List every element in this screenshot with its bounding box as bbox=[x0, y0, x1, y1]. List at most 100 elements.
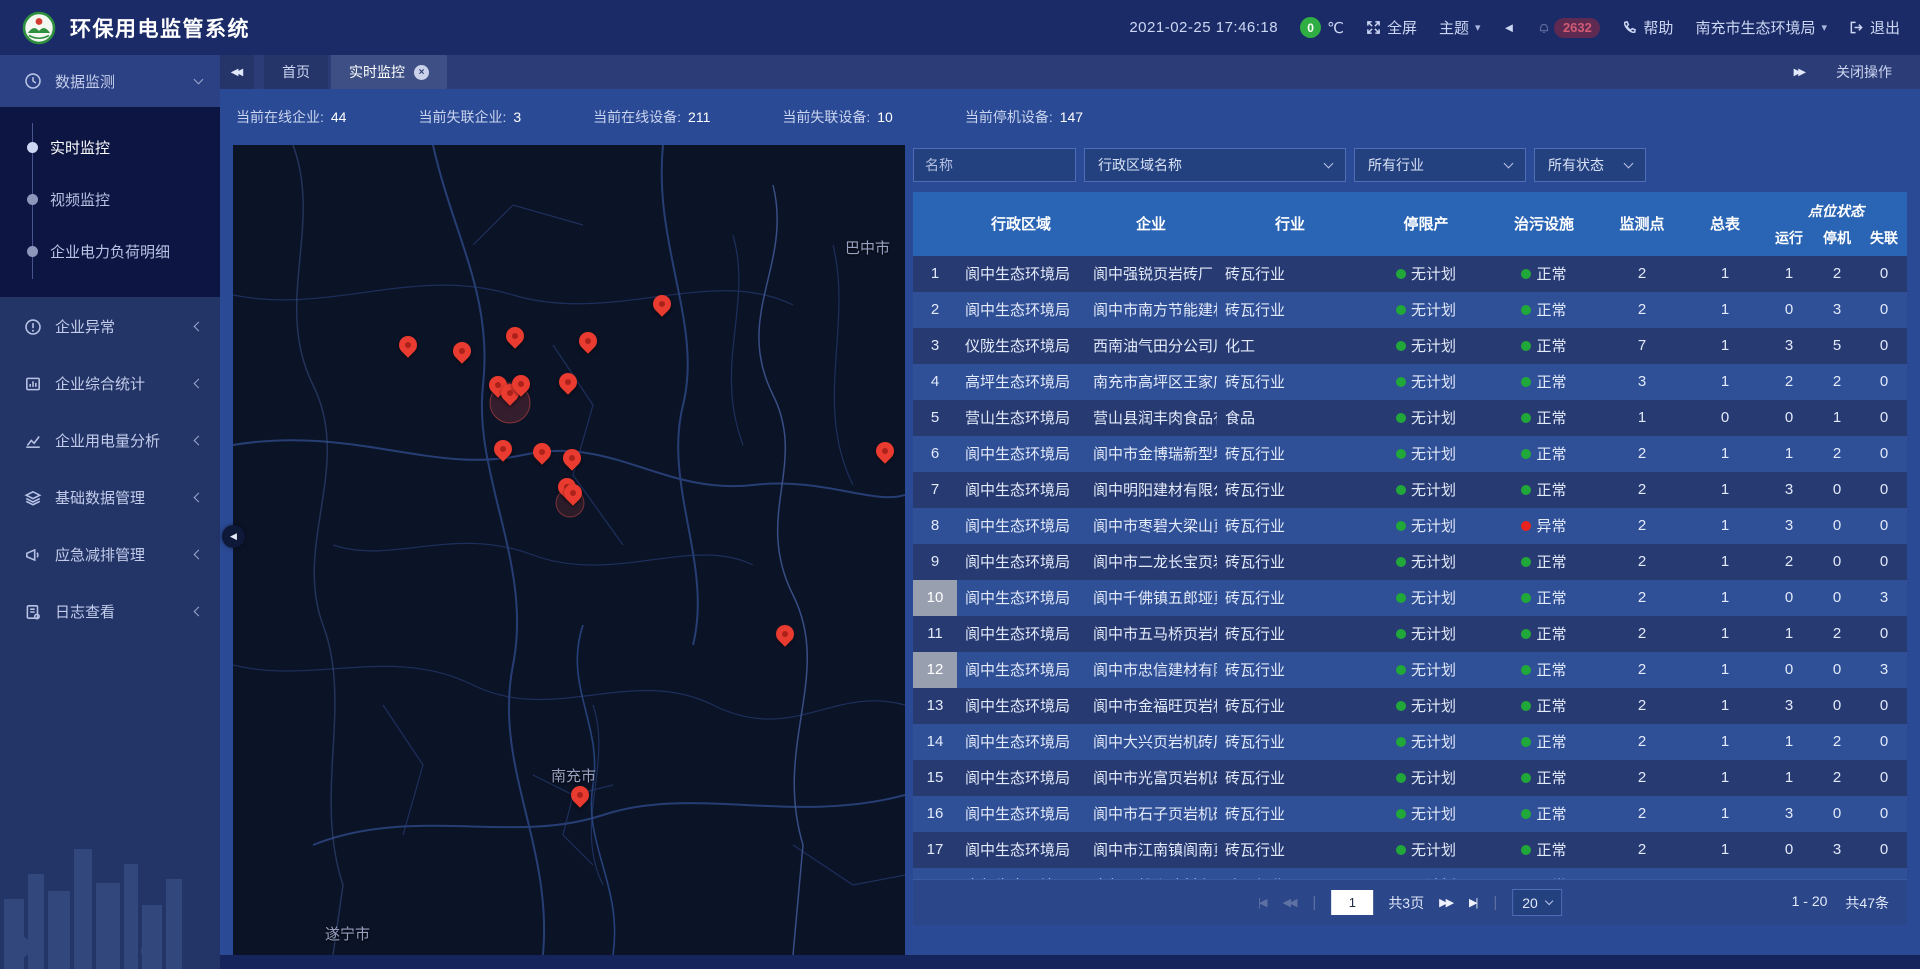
row-index: 14 bbox=[913, 724, 957, 760]
status-dot bbox=[1521, 665, 1531, 675]
status-dot bbox=[1521, 557, 1531, 567]
cell-meters: 1 bbox=[1685, 841, 1765, 858]
last-page-button[interactable]: ▶| bbox=[1469, 896, 1478, 909]
cell-company: 阆中市光富页岩机砖厂 bbox=[1085, 767, 1217, 788]
chevron-down-icon bbox=[194, 75, 204, 85]
chevron-down-icon: ▾ bbox=[1821, 21, 1827, 34]
sidebar-item[interactable]: 应急减排管理 bbox=[0, 527, 220, 582]
cell-running: 0 bbox=[1765, 661, 1813, 678]
sidebar-subitem[interactable]: 实时监控 bbox=[0, 121, 220, 173]
cell-stopped: 1 bbox=[1813, 409, 1861, 426]
fullscreen-button[interactable]: 全屏 bbox=[1366, 17, 1417, 38]
table-row[interactable]: 16阆中生态环境局阆中市石子页岩机砖厂砖瓦行业无计划正常21300 bbox=[913, 796, 1907, 832]
cell-running: 3 bbox=[1765, 697, 1813, 714]
sidebar-item[interactable]: 数据监测 bbox=[0, 55, 220, 107]
mute-speaker-icon[interactable]: ◄ bbox=[1503, 20, 1516, 35]
user-menu[interactable]: 南充市生态环境局 ▾ bbox=[1695, 17, 1827, 38]
tab[interactable]: 首页 bbox=[264, 55, 328, 89]
table-row[interactable]: 8阆中生态环境局阆中市枣碧大梁山页岩砖瓦行业无计划异常21300 bbox=[913, 508, 1907, 544]
row-index: 7 bbox=[913, 472, 957, 508]
table-row[interactable]: 9阆中生态环境局阆中市二龙长宝页岩砖砖瓦行业无计划正常21200 bbox=[913, 544, 1907, 580]
table-row[interactable]: 11阆中生态环境局阆中市五马桥页岩机砖砖瓦行业无计划正常21120 bbox=[913, 616, 1907, 652]
user-name: 南充市生态环境局 bbox=[1695, 17, 1815, 38]
map-collapse-handle[interactable]: ◀ bbox=[222, 525, 245, 548]
cell-facility: 正常 bbox=[1489, 371, 1599, 392]
table-row[interactable]: 6阆中生态环境局阆中市金博瑞新型墙材砖瓦行业无计划正常21120 bbox=[913, 436, 1907, 472]
cell-industry: 砖瓦行业 bbox=[1217, 371, 1363, 392]
sidebar-subitem[interactable]: 视频监控 bbox=[0, 173, 220, 225]
chevron-down-icon bbox=[1624, 159, 1634, 169]
cell-lost: 0 bbox=[1861, 481, 1907, 498]
chevron-down-icon bbox=[1504, 159, 1514, 169]
cell-industry: 砖瓦行业 bbox=[1217, 623, 1363, 644]
tabs-scroll-right-button[interactable]: ▶▶ bbox=[1794, 67, 1806, 78]
cell-region: 阆中生态环境局 bbox=[957, 767, 1085, 788]
cell-facility: 异常 bbox=[1489, 515, 1599, 536]
close-tab-icon[interactable]: × bbox=[414, 65, 429, 80]
cell-meters: 1 bbox=[1685, 265, 1765, 282]
page-number-input[interactable] bbox=[1331, 890, 1373, 915]
cell-lost: 0 bbox=[1861, 841, 1907, 858]
cell-industry: 砖瓦行业 bbox=[1217, 587, 1363, 608]
table-row[interactable]: 15阆中生态环境局阆中市光富页岩机砖厂砖瓦行业无计划正常21120 bbox=[913, 760, 1907, 796]
sidebar-item[interactable]: 企业用电量分析 bbox=[0, 413, 220, 468]
table-row[interactable]: 14阆中生态环境局阆中大兴页岩机砖厂砖瓦行业无计划正常21120 bbox=[913, 724, 1907, 760]
logout-button[interactable]: 退出 bbox=[1849, 17, 1900, 38]
tabs-scroll-left-button[interactable]: ◀◀ bbox=[220, 55, 254, 89]
name-search-input[interactable] bbox=[913, 148, 1076, 182]
sidebar-item[interactable]: 企业异常 bbox=[0, 299, 220, 354]
help-button[interactable]: 帮助 bbox=[1622, 17, 1673, 38]
cell-running: 2 bbox=[1765, 373, 1813, 390]
cell-facility: 正常 bbox=[1489, 839, 1599, 860]
cell-points: 2 bbox=[1599, 517, 1685, 534]
table-row[interactable]: 4高坪生态环境局南充市高坪区王家店建砖瓦行业无计划正常31220 bbox=[913, 364, 1907, 400]
cell-running: 1 bbox=[1765, 445, 1813, 462]
prev-page-button[interactable]: ◀◀ bbox=[1282, 896, 1297, 909]
table-row[interactable]: 17阆中生态环境局阆中市江南镇阆南页岩砖瓦行业无计划正常21030 bbox=[913, 832, 1907, 868]
cell-lost: 0 bbox=[1861, 733, 1907, 750]
table-row[interactable]: 13阆中生态环境局阆中市金福旺页岩机砖砖瓦行业无计划正常21300 bbox=[913, 688, 1907, 724]
cell-meters: 1 bbox=[1685, 301, 1765, 318]
status-select[interactable]: 所有状态 bbox=[1534, 148, 1646, 182]
status-dot bbox=[1521, 413, 1531, 423]
stats-icon bbox=[24, 375, 42, 393]
sidebar-item[interactable]: 基础数据管理 bbox=[0, 470, 220, 525]
alert-icon bbox=[24, 318, 42, 336]
row-index: 13 bbox=[913, 688, 957, 724]
status-dot bbox=[1396, 521, 1406, 531]
status-dot bbox=[1396, 845, 1406, 855]
sidebar-item[interactable]: 日志查看 bbox=[0, 584, 220, 639]
table-row[interactable]: 18南部生态环境局南部县雄狮建材有限公砖瓦行业无计划正常21061 bbox=[913, 868, 1907, 879]
cell-points: 2 bbox=[1599, 625, 1685, 642]
cell-meters: 1 bbox=[1685, 805, 1765, 822]
status-dot bbox=[1396, 557, 1406, 567]
cell-meters: 1 bbox=[1685, 697, 1765, 714]
first-page-button[interactable]: |◀ bbox=[1258, 896, 1267, 909]
chevron-left-icon bbox=[194, 493, 204, 503]
table-row[interactable]: 2阆中生态环境局阆中市南方节能建材有砖瓦行业无计划正常21030 bbox=[913, 292, 1907, 328]
row-index: 16 bbox=[913, 796, 957, 832]
cell-limit: 无计划 bbox=[1363, 407, 1489, 428]
table-row[interactable]: 1阆中生态环境局阆中强锐页岩砖厂砖瓦行业无计划正常21120 bbox=[913, 256, 1907, 292]
cell-meters: 1 bbox=[1685, 661, 1765, 678]
notifications[interactable]: 2632 bbox=[1537, 18, 1600, 38]
sidebar-item[interactable]: 企业综合统计 bbox=[0, 356, 220, 411]
sidebar-subitem[interactable]: 企业电力负荷明细 bbox=[0, 225, 220, 277]
table-header: 行政区域 企业 行业 停限产 治污设施 监测点 总表 点位状态 运行 bbox=[913, 192, 1907, 256]
industry-select[interactable]: 所有行业 bbox=[1354, 148, 1526, 182]
table-row[interactable]: 7阆中生态环境局阆中明阳建材有限公司砖瓦行业无计划正常21300 bbox=[913, 472, 1907, 508]
table-row[interactable]: 3仪陇生态环境局西南油气田分公司川中化工无计划正常71350 bbox=[913, 328, 1907, 364]
table-row[interactable]: 10阆中生态环境局阆中千佛镇五郎垭页岩砖瓦行业无计划正常21003 bbox=[913, 580, 1907, 616]
tab[interactable]: 实时监控× bbox=[331, 55, 447, 89]
page-size-select[interactable]: 20 bbox=[1512, 889, 1562, 916]
cell-running: 1 bbox=[1765, 769, 1813, 786]
region-select[interactable]: 行政区域名称 bbox=[1084, 148, 1346, 182]
cell-industry: 砖瓦行业 bbox=[1217, 767, 1363, 788]
table-row[interactable]: 5营山生态环境局营山县润丰肉食品有限食品无计划正常10010 bbox=[913, 400, 1907, 436]
next-page-button[interactable]: ▶▶ bbox=[1439, 896, 1454, 909]
theme-menu[interactable]: 主题 ▾ bbox=[1439, 17, 1481, 38]
close-operations-button[interactable]: 关闭操作 bbox=[1836, 62, 1892, 82]
map-panel[interactable]: 巴中市南充市遂宁市 bbox=[233, 145, 905, 955]
cell-facility: 正常 bbox=[1489, 587, 1599, 608]
table-row[interactable]: 12阆中生态环境局阆中市忠信建材有限公砖瓦行业无计划正常21003 bbox=[913, 652, 1907, 688]
